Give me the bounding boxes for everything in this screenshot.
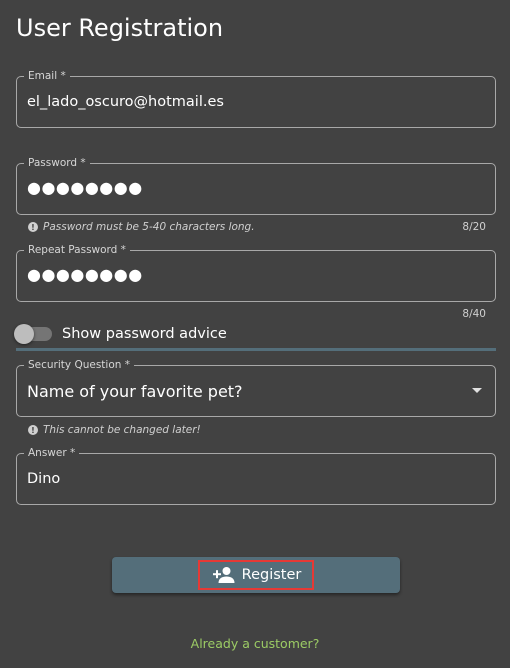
password-advice-toggle-row: Show password advice (14, 324, 227, 344)
page-title: User Registration (16, 14, 224, 42)
password-advice-toggle[interactable] (14, 324, 52, 344)
email-field[interactable]: Email * el_lado_oscuro@hotmail.es (16, 69, 496, 128)
email-input[interactable]: el_lado_oscuro@hotmail.es (27, 94, 224, 110)
toggle-thumb[interactable] (14, 324, 34, 344)
register-button[interactable]: Register (112, 557, 400, 593)
info-icon: ! (28, 425, 38, 435)
security-question-label: Security Question * (24, 358, 135, 372)
register-label: Register (241, 567, 302, 583)
repeat-password-label: Repeat Password * (24, 243, 130, 257)
caret-down-icon[interactable] (472, 388, 482, 393)
answer-field[interactable]: Answer * Dino (16, 446, 496, 505)
answer-input[interactable]: Dino (27, 471, 60, 487)
info-icon: ! (28, 222, 38, 232)
security-question-hint: ! This cannot be changed later! (28, 424, 201, 436)
repeat-password-input[interactable]: ●●●●●●●● (27, 265, 143, 284)
password-hint: ! Password must be 5-40 characters long. (28, 221, 255, 233)
section-divider (16, 348, 496, 351)
repeat-password-field[interactable]: Repeat Password * ●●●●●●●● (16, 243, 496, 302)
repeat-password-counter: 8/40 (462, 308, 486, 320)
person-add-icon (212, 567, 235, 583)
email-label: Email * (24, 69, 70, 83)
register-button-content[interactable]: Register (197, 560, 315, 590)
password-input[interactable]: ●●●●●●●● (27, 178, 143, 197)
security-question-hint-text: This cannot be changed later! (43, 424, 201, 436)
registration-page: User Registration Email * el_lado_oscuro… (0, 0, 510, 668)
security-question-select[interactable]: Security Question * Name of your favorit… (16, 358, 496, 417)
password-advice-label: Show password advice (62, 326, 227, 342)
answer-label: Answer * (24, 446, 80, 460)
password-label: Password * (24, 156, 90, 170)
already-customer-link[interactable]: Already a customer? (0, 636, 510, 651)
password-hint-text: Password must be 5-40 characters long. (43, 221, 255, 233)
security-question-value[interactable]: Name of your favorite pet? (27, 382, 243, 401)
password-field[interactable]: Password * ●●●●●●●● (16, 156, 496, 215)
password-counter: 8/20 (462, 221, 486, 233)
